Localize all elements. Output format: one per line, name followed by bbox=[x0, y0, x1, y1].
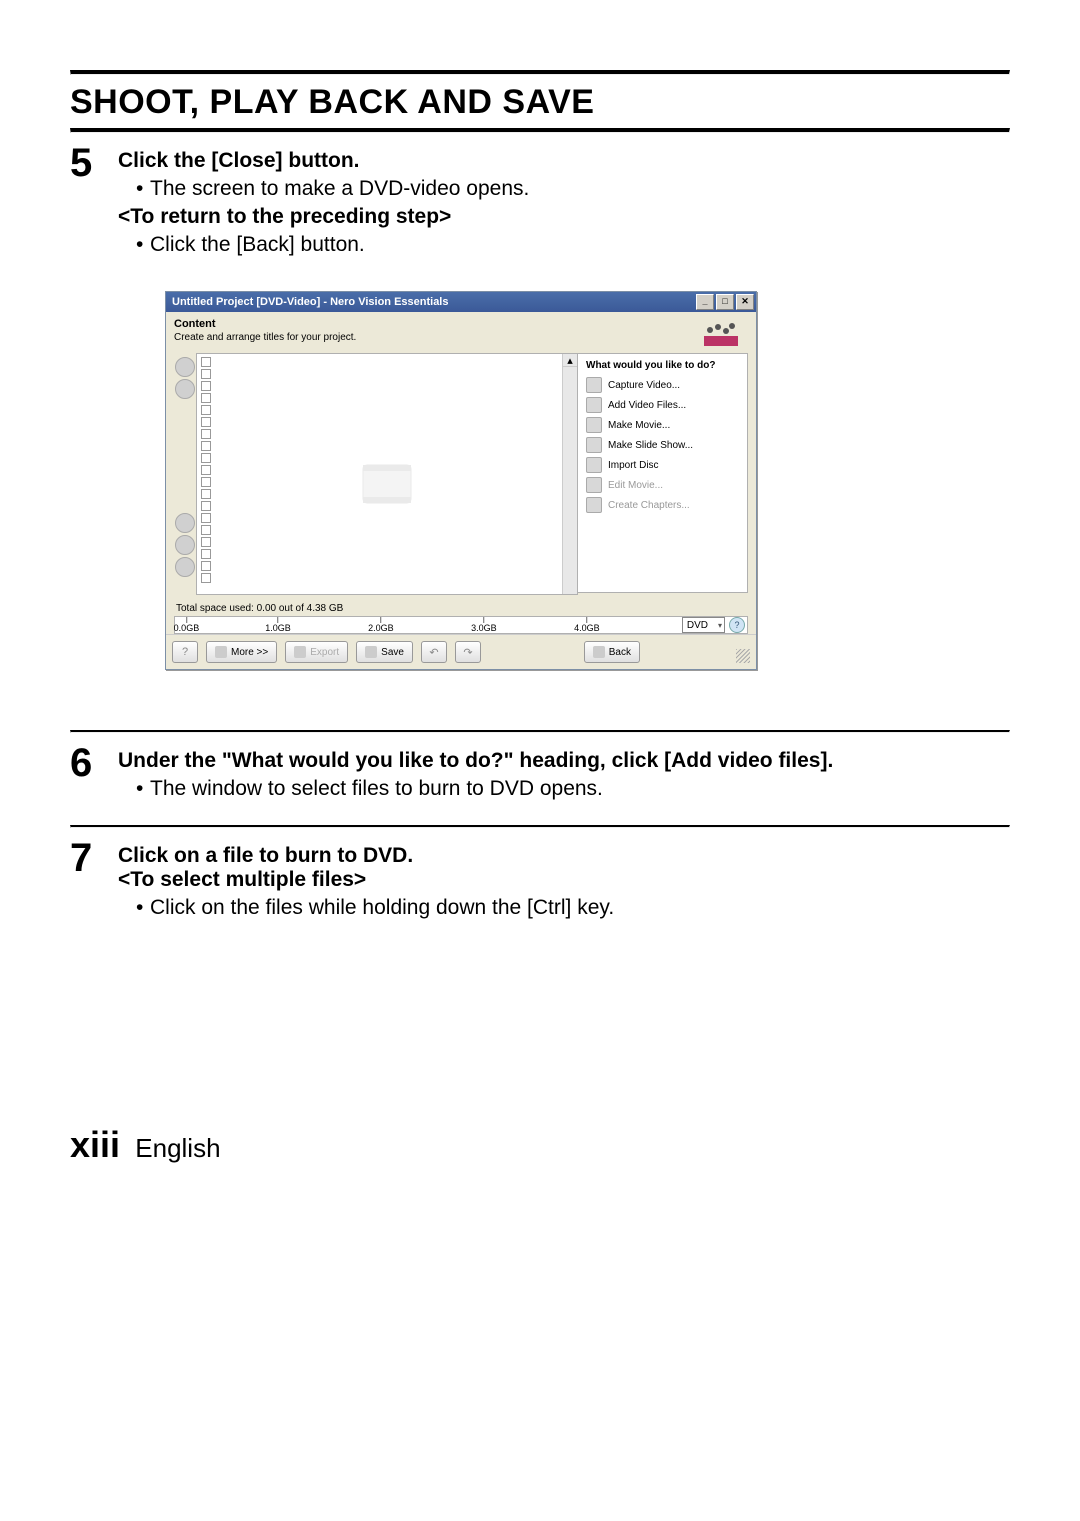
more-icon bbox=[215, 646, 227, 658]
slideshow-icon bbox=[586, 437, 602, 453]
maximize-button[interactable]: □ bbox=[716, 294, 734, 310]
step-5-bullet-2: Click the [Back] button. bbox=[136, 233, 1010, 257]
step-5-subheading: <To return to the preceding step> bbox=[118, 205, 1010, 229]
undo-button[interactable]: ↶ bbox=[421, 641, 447, 663]
resize-grip-icon[interactable] bbox=[736, 649, 750, 663]
export-icon bbox=[294, 646, 306, 658]
content-subtext: Create and arrange titles for your proje… bbox=[174, 332, 748, 343]
step-6: 6 Under the "What would you like to do?"… bbox=[70, 743, 1010, 805]
step-5-number: 5 bbox=[70, 143, 118, 261]
action-make-slideshow[interactable]: Make Slide Show... bbox=[586, 437, 739, 453]
save-button[interactable]: Save bbox=[356, 641, 413, 663]
top-rule bbox=[70, 70, 1010, 75]
redo-button[interactable]: ↷ bbox=[455, 641, 481, 663]
action-capture-video[interactable]: Capture Video... bbox=[586, 377, 739, 393]
capacity-ruler: 0.0GB 1.0GB 2.0GB 3.0GB 4.0GB DVD ? bbox=[174, 616, 748, 634]
nero-logo-icon bbox=[704, 322, 738, 346]
actions-panel: What would you like to do? Capture Video… bbox=[578, 353, 748, 593]
window-titlebar: Untitled Project [DVD-Video] - Nero Visi… bbox=[166, 292, 756, 312]
camera-icon bbox=[586, 377, 602, 393]
step-6-rule bbox=[70, 730, 1010, 733]
action-add-video-files[interactable]: Add Video Files... bbox=[586, 397, 739, 413]
step-7-bullet-1: Click on the files while holding down th… bbox=[136, 896, 1010, 920]
space-used-label: Total space used: 0.00 out of 4.38 GB bbox=[176, 603, 748, 614]
title-list[interactable]: ▴ bbox=[196, 353, 578, 595]
minimize-button[interactable]: _ bbox=[696, 294, 714, 310]
step-6-number: 6 bbox=[70, 743, 118, 805]
action-edit-movie: Edit Movie... bbox=[586, 477, 739, 493]
film-strip-icon bbox=[357, 459, 417, 509]
nero-screenshot: Untitled Project [DVD-Video] - Nero Visi… bbox=[165, 291, 1010, 670]
bottom-toolbar: ? More >> Export Save ↶ ↷ Ba bbox=[166, 634, 756, 669]
back-button[interactable]: Back bbox=[584, 641, 640, 663]
file-plus-icon bbox=[586, 397, 602, 413]
disc-type-select[interactable]: DVD bbox=[682, 617, 725, 633]
edit-icon bbox=[586, 477, 602, 493]
action-make-movie[interactable]: Make Movie... bbox=[586, 417, 739, 433]
chapters-icon bbox=[586, 497, 602, 513]
step-7-heading: Click on a file to burn to DVD. bbox=[118, 844, 413, 867]
action-create-chapters: Create Chapters... bbox=[586, 497, 739, 513]
list-scrollbar[interactable]: ▴ bbox=[562, 354, 577, 594]
tool-icon-4[interactable] bbox=[175, 535, 195, 555]
title-underline bbox=[70, 128, 1010, 133]
step-7-rule bbox=[70, 825, 1010, 828]
step-6-heading: Under the "What would you like to do?" h… bbox=[118, 749, 833, 772]
close-button[interactable]: ✕ bbox=[736, 294, 754, 310]
app-window: Untitled Project [DVD-Video] - Nero Visi… bbox=[165, 291, 757, 670]
step-5: 5 Click the [Close] button. The screen t… bbox=[70, 143, 1010, 261]
back-icon bbox=[593, 646, 605, 658]
save-icon bbox=[365, 646, 377, 658]
actions-heading: What would you like to do? bbox=[586, 360, 739, 371]
tool-icon-3[interactable] bbox=[175, 513, 195, 533]
page-number: xiii bbox=[70, 1124, 120, 1165]
step-5-heading: Click the [Close] button. bbox=[118, 149, 360, 172]
left-toolbar bbox=[174, 353, 196, 595]
page-language: English bbox=[135, 1133, 220, 1163]
window-title: Untitled Project [DVD-Video] - Nero Visi… bbox=[172, 296, 696, 308]
action-import-disc[interactable]: Import Disc bbox=[586, 457, 739, 473]
content-heading: Content bbox=[174, 318, 748, 330]
clapper-icon bbox=[586, 417, 602, 433]
step-7-subheading: <To select multiple files> bbox=[118, 868, 366, 891]
more-button[interactable]: More >> bbox=[206, 641, 277, 663]
help-icon[interactable]: ? bbox=[729, 617, 745, 633]
step-6-bullet-1: The window to select files to burn to DV… bbox=[136, 777, 1010, 801]
export-button: Export bbox=[285, 641, 348, 663]
step-7-number: 7 bbox=[70, 838, 118, 924]
disc-icon bbox=[586, 457, 602, 473]
tool-icon-2[interactable] bbox=[175, 379, 195, 399]
help-button[interactable]: ? bbox=[172, 641, 198, 663]
step-5-bullet-1: The screen to make a DVD-video opens. bbox=[136, 177, 1010, 201]
page-title: SHOOT, PLAY BACK AND SAVE bbox=[70, 83, 1010, 122]
step-7: 7 Click on a file to burn to DVD. <To se… bbox=[70, 838, 1010, 924]
page-footer: xiii English bbox=[70, 1124, 1010, 1166]
tool-icon-1[interactable] bbox=[175, 357, 195, 377]
tool-icon-5[interactable] bbox=[175, 557, 195, 577]
